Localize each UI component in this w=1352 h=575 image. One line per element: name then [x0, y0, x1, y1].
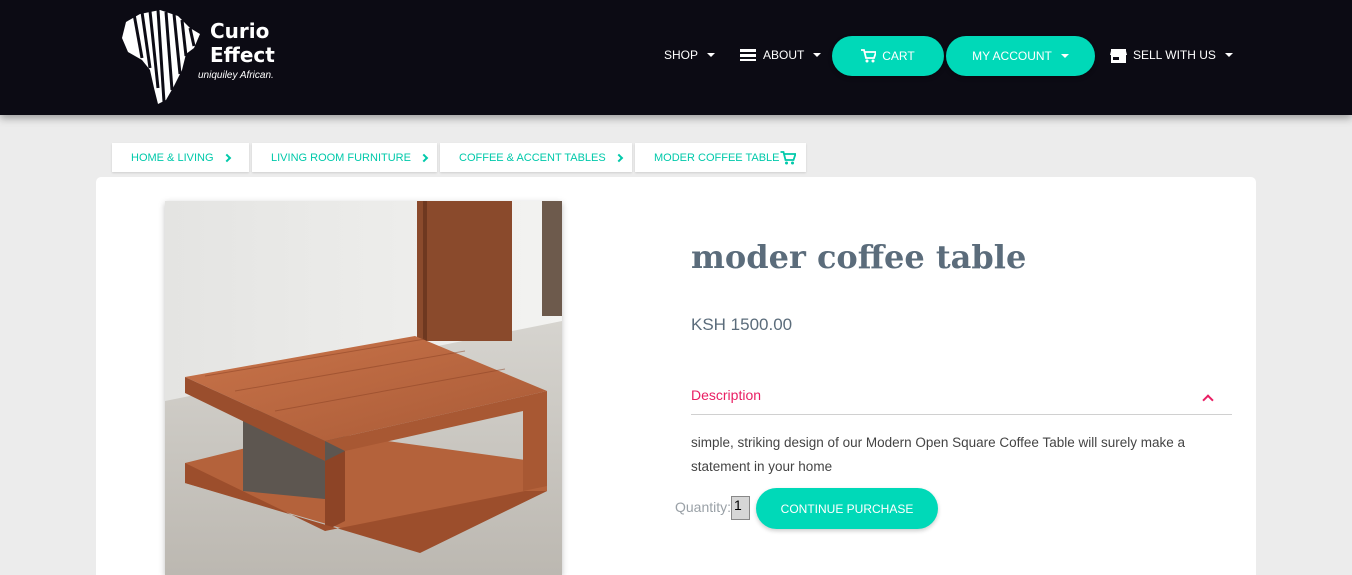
about-icon: [740, 49, 756, 61]
nav-sell-with-us[interactable]: SELL WITH US: [1110, 44, 1233, 66]
breadcrumb-label: HOME & LIVING: [131, 151, 214, 164]
logo-word-curio: Curio: [210, 19, 270, 43]
store-icon: [1110, 48, 1127, 63]
continue-purchase-button[interactable]: CONTINUE PURCHASE: [756, 488, 938, 529]
product-title: moder coffee table: [691, 238, 1027, 276]
chevron-right-icon: [419, 153, 429, 162]
description-label: Description: [691, 387, 762, 403]
caret-down-icon: [1224, 53, 1233, 57]
product-image: [165, 201, 562, 575]
continue-purchase-label: CONTINUE PURCHASE: [780, 501, 914, 516]
caret-down-icon: [813, 53, 822, 57]
quantity-input[interactable]: 1: [731, 496, 750, 520]
description-accordion-header[interactable]: Description: [691, 385, 1232, 415]
quantity-label: Quantity:: [675, 499, 732, 515]
logo-tagline: uniquiley African.: [198, 70, 274, 81]
nav-shop[interactable]: SHOP: [664, 44, 716, 66]
description-text: simple, striking design of our Modern Op…: [691, 435, 1186, 474]
nav-about-label: ABOUT: [763, 48, 805, 62]
curio-effect-logo[interactable]: Curio Effect uniquiley African.: [120, 8, 300, 106]
breadcrumb-coffee-accent-tables[interactable]: COFFEE & ACCENT TABLES: [440, 143, 632, 172]
my-account-label: MY ACCOUNT: [972, 49, 1052, 63]
breadcrumb-home-living[interactable]: HOME & LIVING: [112, 143, 249, 172]
chevron-right-icon: [614, 153, 623, 162]
breadcrumb-living-room-furniture[interactable]: LIVING ROOM FURNITURE: [252, 143, 437, 172]
caret-down-icon: [1060, 54, 1069, 58]
cart-icon: [780, 150, 796, 164]
nav-sell-label: SELL WITH US: [1133, 48, 1216, 62]
top-navbar: Curio Effect uniquiley African. SHOP ABO…: [0, 0, 1352, 115]
my-account-button[interactable]: MY ACCOUNT: [946, 36, 1095, 76]
nav-shop-label: SHOP: [664, 48, 699, 62]
caret-down-icon: [707, 53, 716, 57]
breadcrumb-label: LIVING ROOM FURNITURE: [271, 151, 411, 164]
nav-about[interactable]: ABOUT: [739, 44, 822, 66]
breadcrumb-label: MODER COFFEE TABLE: [654, 151, 780, 164]
africa-logo-icon: [122, 9, 200, 104]
breadcrumb-moder-coffee-table[interactable]: MODER COFFEE TABLE: [635, 143, 806, 172]
cart-button[interactable]: CART: [832, 36, 944, 76]
chevron-right-icon: [222, 153, 231, 162]
product-price: KSH 1500.00: [691, 315, 793, 334]
cart-icon: [861, 49, 877, 63]
chevron-up-icon: [1202, 394, 1214, 406]
breadcrumb-label: COFFEE & ACCENT TABLES: [459, 151, 606, 164]
logo-word-effect: Effect: [210, 43, 275, 67]
cart-label: CART: [882, 49, 915, 63]
